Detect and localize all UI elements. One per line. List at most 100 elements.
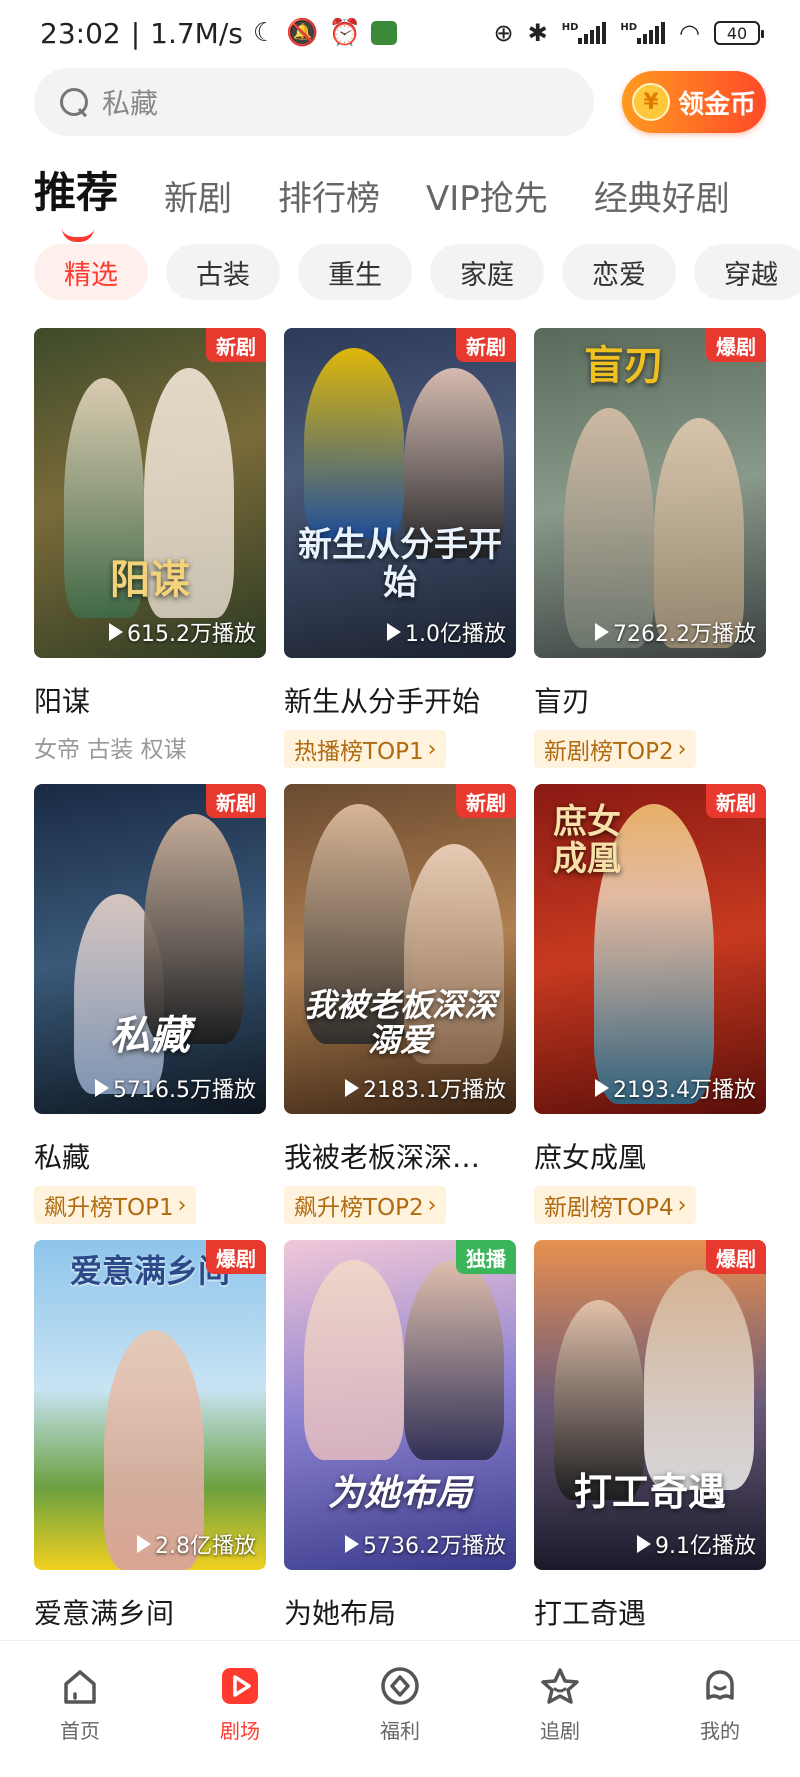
nav-label: 剧场 [220,1719,260,1743]
drama-card[interactable]: 庶女成凰 新剧 2193.4万播放 庶女成凰 新剧榜TOP4 › [534,784,766,1224]
rank-tag[interactable]: 新剧榜TOP4 › [534,1186,697,1224]
chevron-right-icon: › [177,1192,187,1218]
poster-title: 为她布局 [327,1473,472,1515]
chevron-right-icon: › [427,1192,437,1218]
poster[interactable]: 我被老板深深溺爱 新剧 2183.1万播放 [284,784,516,1114]
chip-romance[interactable]: 恋爱 [562,244,676,300]
play-count: 5736.2万播放 [345,1528,506,1560]
nav-following[interactable]: 追剧 [500,1663,620,1777]
nav-home[interactable]: 首页 [20,1663,140,1777]
home-icon [57,1663,103,1709]
rank-label: 新剧榜TOP2 [544,739,674,765]
play-icon [595,1079,610,1097]
search-input[interactable]: 私藏 [34,68,594,136]
poster-image [284,328,516,658]
star-icon [537,1663,583,1709]
tab-rankings[interactable]: 排行榜 [278,171,380,220]
play-icon [345,1535,360,1553]
rank-tag[interactable]: 飙升榜TOP2 › [284,1186,447,1224]
chevron-right-icon: › [677,736,687,762]
rank-tag[interactable]: 飙升榜TOP1 › [34,1186,197,1224]
poster[interactable]: 盲刃 爆剧 7262.2万播放 [534,328,766,658]
poster[interactable]: 为她布局 独播 5736.2万播放 [284,1240,516,1570]
alarm-icon: ⏰ [328,18,361,48]
nav-label: 我的 [700,1719,740,1743]
poster[interactable]: 打工奇遇 爆剧 9.1亿播放 [534,1240,766,1570]
wifi-icon: ◠ [679,19,700,47]
poster-title: 新生从分手开始 [298,525,502,603]
status-badge: 爆剧 [206,1240,266,1274]
poster-title: 庶女成凰 [553,802,621,880]
tab-vip-early[interactable]: VIP抢先 [426,171,548,220]
tab-label: 推荐 [34,168,119,217]
status-badge: 新剧 [456,784,516,818]
poster[interactable]: 庶女成凰 新剧 2193.4万播放 [534,784,766,1114]
play-icon [595,623,610,641]
rank-label: 热播榜TOP1 [294,739,424,765]
nav-theater[interactable]: 剧场 [180,1663,300,1777]
drama-card[interactable]: 爱意满乡间 爆剧 2.8亿播放 爱意满乡间 [34,1240,266,1670]
drama-title[interactable]: 打工奇遇 [534,1592,766,1632]
play-icon [137,1535,151,1553]
rank-label: 飙升榜TOP2 [294,1195,424,1221]
poster-title: 阳谋 [110,557,190,603]
drama-card[interactable]: 打工奇遇 爆剧 9.1亿播放 打工奇遇 [534,1240,766,1670]
chip-family[interactable]: 家庭 [430,244,544,300]
drama-title[interactable]: 私藏 [34,1136,266,1176]
drama-title[interactable]: 庶女成凰 [534,1136,766,1176]
status-left: 23:02 | 1.7M/s ☾ 🔕 ⏰ [40,17,397,50]
coin-icon: ¥ [631,83,670,121]
drama-title[interactable]: 爱意满乡间 [34,1592,266,1632]
poster[interactable]: 新生从分手开始 新剧 1.0亿播放 [284,328,516,658]
poster[interactable]: 阳谋 新剧 615.2万播放 [34,328,266,658]
drama-tags: 女帝 古装 权谋 [34,737,187,763]
poster[interactable]: 私藏 新剧 5716.5万播放 [34,784,266,1114]
status-badge: 新剧 [206,784,266,818]
drama-title[interactable]: 新生从分手开始 [284,680,516,720]
poster[interactable]: 爱意满乡间 爆剧 2.8亿播放 [34,1240,266,1570]
drama-card[interactable]: 阳谋 新剧 615.2万播放 阳谋 女帝 古装 权谋 [34,328,266,763]
get-coins-button[interactable]: ¥ 领金币 [622,71,766,133]
chip-costume[interactable]: 古装 [166,244,280,300]
rank-tag[interactable]: 热播榜TOP1 › [284,730,447,768]
rank-label: 新剧榜TOP4 [544,1195,674,1221]
play-count: 5716.5万播放 [95,1072,256,1104]
drama-title[interactable]: 我被老板深深… [284,1136,516,1176]
drama-card[interactable]: 我被老板深深溺爱 新剧 2183.1万播放 我被老板深深… 飙升榜TOP2 › [284,784,516,1224]
app-icon [370,21,397,45]
status-bar: 23:02 | 1.7M/s ☾ 🔕 ⏰ ⊕ ✱ HD HD ◠ 40 [0,0,800,66]
drama-card[interactable]: 盲刃 爆剧 7262.2万播放 盲刃 新剧榜TOP2 › [534,328,766,768]
poster-title: 私藏 [110,1013,190,1059]
play-count-text: 9.1亿播放 [655,1534,756,1559]
drama-grid: 阳谋 新剧 615.2万播放 阳谋 女帝 古装 权谋 新生从分手开始 新剧 1.… [34,328,766,1670]
drama-card[interactable]: 为她布局 独播 5736.2万播放 为她布局 [284,1240,516,1670]
play-icon [217,1663,263,1709]
play-icon [387,623,401,641]
play-count-text: 2193.4万播放 [613,1078,756,1103]
drama-title[interactable]: 阳谋 [34,680,266,720]
poster-image [284,1240,516,1570]
bell-off-icon: 🔕 [286,18,319,48]
tab-classics[interactable]: 经典好剧 [594,171,730,220]
nav-profile[interactable]: 我的 [660,1663,780,1777]
play-count-text: 5716.5万播放 [113,1078,256,1103]
chip-rebirth[interactable]: 重生 [298,244,412,300]
chevron-right-icon: › [427,736,437,762]
tab-new-dramas[interactable]: 新剧 [164,171,232,220]
drama-card[interactable]: 私藏 新剧 5716.5万播放 私藏 飙升榜TOP1 › [34,784,266,1224]
nav-benefits[interactable]: 福利 [340,1663,460,1777]
drama-title[interactable]: 盲刃 [534,680,766,720]
poster-image [34,784,266,1114]
chip-time-travel[interactable]: 穿越 [694,244,800,300]
status-badge: 新剧 [706,784,766,818]
chip-featured[interactable]: 精选 [34,244,148,300]
get-coins-label: 领金币 [677,89,756,120]
tab-recommend[interactable]: 推荐 [34,159,119,242]
drama-card[interactable]: 新生从分手开始 新剧 1.0亿播放 新生从分手开始 热播榜TOP1 › [284,328,516,768]
profile-icon [697,1663,743,1709]
rank-tag[interactable]: 新剧榜TOP2 › [534,730,697,768]
signal-icon: HD [620,22,666,44]
top-tabs: 推荐 新剧 排行榜 VIP抢先 经典好剧 [34,159,794,242]
poster-image [34,328,266,658]
drama-title[interactable]: 为她布局 [284,1592,516,1632]
